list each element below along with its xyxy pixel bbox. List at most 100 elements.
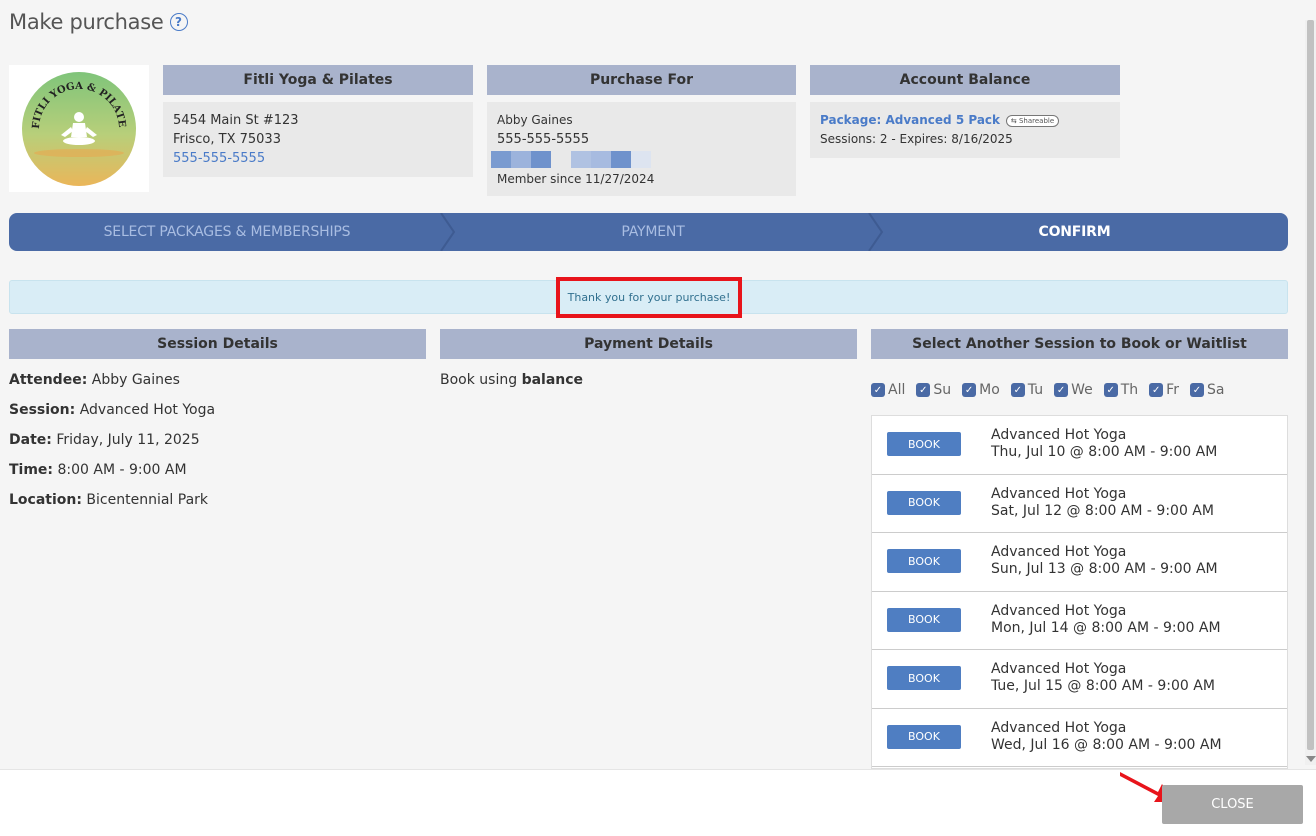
account-balance-header: Account Balance	[810, 65, 1120, 95]
book-button[interactable]: BOOK	[887, 724, 961, 749]
detail-session: Session: Advanced Hot Yoga	[9, 402, 215, 432]
purchase-for-panel: Abby Gaines 555-555-5555 Member since 11…	[487, 102, 796, 196]
checkbox-icon[interactable]: ✓	[1189, 383, 1204, 397]
session-name: Advanced Hot Yoga	[991, 719, 1127, 736]
detail-label: Session:	[9, 402, 76, 418]
day-filter-su[interactable]: ✓ Su	[916, 382, 951, 398]
list-item: BOOK Advanced Hot Yoga Sat, Jul 12 @ 8:0…	[872, 475, 1287, 533]
list-item: BOOK Advanced Hot Yoga Sun, Jul 13 @ 8:0…	[872, 533, 1287, 592]
checkbox-icon[interactable]: ✓	[1103, 383, 1118, 397]
session-name: Advanced Hot Yoga	[991, 602, 1127, 619]
step-select-packages: SELECT PACKAGES & MEMBERSHIPS	[103, 224, 351, 240]
title-row: Make purchase ?	[9, 10, 188, 34]
checkout-steps: SELECT PACKAGES & MEMBERSHIPS PAYMENT CO…	[9, 213, 1288, 251]
day-filter-label: Mo	[979, 382, 1000, 398]
page-scrollbar[interactable]	[1305, 20, 1316, 765]
close-button[interactable]: CLOSE	[1162, 785, 1303, 824]
scroll-down-arrow-icon[interactable]	[1306, 756, 1316, 762]
day-filter-label: Su	[933, 382, 952, 398]
session-name: Advanced Hot Yoga	[991, 485, 1127, 502]
day-filter-sa[interactable]: ✓ Sa	[1189, 382, 1225, 398]
shareable-badge-label: Shareable	[1018, 116, 1055, 125]
session-details-header: Session Details	[9, 329, 426, 359]
customer-phone: 555-555-5555	[497, 132, 590, 147]
checkbox-icon[interactable]: ✓	[1149, 383, 1164, 397]
book-button[interactable]: BOOK	[887, 607, 961, 632]
book-button[interactable]: BOOK	[887, 490, 961, 515]
session-info: Advanced Hot Yoga Tue, Jul 15 @ 8:00 AM …	[991, 661, 1215, 695]
studio-phone-link[interactable]: 555-555-5555	[173, 149, 463, 168]
detail-value: Bicentennial Park	[86, 492, 209, 508]
book-button[interactable]: BOOK	[887, 549, 961, 573]
package-sessions: Sessions: 2 - Expires: 8/16/2025	[820, 132, 1013, 146]
studio-address-line1: 5454 Main St #123	[173, 113, 299, 128]
session-when: Thu, Jul 10 @ 8:00 AM - 9:00 AM	[991, 444, 1218, 460]
studio-logo: FITLI YOGA & PILATES	[9, 65, 149, 192]
list-item: BOOK Advanced Hot Yoga Tue, Jul 15 @ 8:0…	[872, 650, 1287, 709]
detail-date: Date: Friday, July 11, 2025	[9, 432, 215, 462]
session-name: Advanced Hot Yoga	[991, 544, 1127, 560]
detail-value: Friday, July 11, 2025	[56, 432, 200, 448]
scrollbar-thumb[interactable]	[1307, 20, 1314, 750]
day-filter-label: Tu	[1027, 382, 1044, 398]
session-info: Advanced Hot Yoga Sat, Jul 12 @ 8:00 AM …	[991, 486, 1214, 520]
session-info: Advanced Hot Yoga Mon, Jul 14 @ 8:00 AM …	[991, 603, 1221, 637]
session-when: Sat, Jul 12 @ 8:00 AM - 9:00 AM	[991, 502, 1214, 519]
day-filter-th[interactable]: ✓ Th	[1103, 382, 1138, 398]
checkbox-icon[interactable]: ✓	[916, 383, 931, 397]
checkbox-icon[interactable]: ✓	[1054, 383, 1069, 397]
detail-label: Attendee:	[9, 372, 88, 388]
checkbox-icon[interactable]: ✓	[1010, 383, 1025, 397]
day-filter-tu[interactable]: ✓ Tu	[1010, 382, 1044, 398]
purchase-for-header: Purchase For	[487, 65, 796, 95]
session-name: Advanced Hot Yoga	[991, 661, 1127, 677]
book-button[interactable]: BOOK	[887, 666, 961, 690]
detail-attendee: Attendee: Abby Gaines	[9, 372, 215, 402]
studio-logo-image: FITLI YOGA & PILATES	[21, 71, 136, 186]
payment-details-header: Payment Details	[440, 329, 857, 359]
session-info: Advanced Hot Yoga Sun, Jul 13 @ 8:00 AM …	[991, 544, 1218, 578]
session-details: Attendee: Abby Gaines Session: Advanced …	[9, 372, 215, 522]
session-name: Advanced Hot Yoga	[991, 427, 1127, 443]
list-item: BOOK Advanced Hot Yoga Mon, Jul 14 @ 8:0…	[872, 592, 1287, 650]
session-list[interactable]: BOOK Advanced Hot Yoga Thu, Jul 10 @ 8:0…	[871, 415, 1288, 769]
studio-address-line2: Frisco, TX 75033	[173, 132, 281, 147]
day-filter-label: Sa	[1206, 382, 1225, 398]
list-item: BOOK Advanced Hot Yoga Thu, Jul 10 @ 8:0…	[872, 416, 1287, 475]
session-when: Mon, Jul 14 @ 8:00 AM - 9:00 AM	[991, 619, 1221, 636]
success-message: Thank you for your purchase!	[556, 277, 742, 318]
detail-value: Abby Gaines	[91, 372, 180, 388]
detail-value: Advanced Hot Yoga	[79, 402, 216, 418]
day-filter-fr[interactable]: ✓ Fr	[1149, 382, 1179, 398]
day-filter-all[interactable]: ✓ All	[871, 382, 905, 398]
page-title: Make purchase	[9, 10, 164, 34]
detail-location: Location: Bicentennial Park	[9, 492, 215, 522]
detail-label: Date:	[9, 432, 52, 448]
step-confirm: CONFIRM	[1038, 224, 1111, 240]
checkbox-icon[interactable]: ✓	[962, 383, 977, 397]
detail-time: Time: 8:00 AM - 9:00 AM	[9, 462, 215, 492]
studio-panel-header: Fitli Yoga & Pilates	[163, 65, 473, 95]
session-info: Advanced Hot Yoga Thu, Jul 10 @ 8:00 AM …	[991, 427, 1217, 461]
studio-panel: 5454 Main St #123 Frisco, TX 75033 555-5…	[163, 102, 473, 177]
day-filter-we[interactable]: ✓ We	[1054, 382, 1093, 398]
session-info: Advanced Hot Yoga Wed, Jul 16 @ 8:00 AM …	[991, 720, 1222, 754]
book-button[interactable]: BOOK	[887, 432, 961, 456]
session-when: Tue, Jul 15 @ 8:00 AM - 9:00 AM	[991, 678, 1215, 694]
payment-method: balance	[521, 372, 584, 388]
detail-value: 8:00 AM - 9:00 AM	[57, 462, 187, 478]
session-when: Sun, Jul 13 @ 8:00 AM - 9:00 AM	[991, 561, 1218, 577]
day-filters: ✓ All ✓ Su ✓ Mo ✓ Tu ✓ We ✓ Th ✓ Fr ✓ Sa	[871, 382, 1235, 398]
account-balance-panel: Package: Advanced 5 Pack ⇆ Shareable Ses…	[810, 102, 1120, 158]
another-session-header: Select Another Session to Book or Waitli…	[871, 329, 1288, 359]
day-filter-label: We	[1071, 382, 1093, 398]
help-icon[interactable]: ?	[169, 13, 188, 31]
day-filter-label: All	[888, 382, 906, 398]
member-since: Member since 11/27/2024	[497, 172, 655, 186]
checkbox-icon[interactable]: ✓	[871, 383, 885, 397]
detail-label: Time:	[9, 462, 54, 478]
session-when: Wed, Jul 16 @ 8:00 AM - 9:00 AM	[991, 736, 1222, 753]
detail-label: Location:	[9, 492, 82, 508]
day-filter-mo[interactable]: ✓ Mo	[962, 382, 1000, 398]
package-link[interactable]: Package: Advanced 5 Pack	[820, 113, 1000, 127]
